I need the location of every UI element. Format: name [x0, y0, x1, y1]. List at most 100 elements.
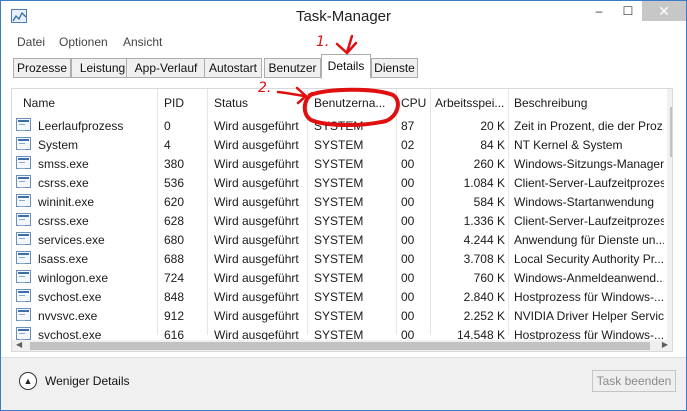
cell-pid: 680	[164, 233, 185, 247]
task-manager-window: Task-Manager – ☐ ✕ Datei Optionen Ansich…	[0, 0, 687, 411]
cell-pid: 848	[164, 290, 185, 304]
scroll-left-arrow-icon[interactable]: ◀	[16, 340, 22, 349]
tab-leistung[interactable]: Leistung	[71, 58, 134, 78]
horizontal-scrollbar[interactable]: ◀ ▶	[12, 340, 672, 351]
cell-description: Windows-Anmeldeanwend...	[514, 271, 664, 285]
column-header-name[interactable]: Name	[23, 96, 153, 110]
cell-cpu: 00	[401, 309, 415, 323]
process-window-icon	[16, 289, 31, 302]
menu-datei[interactable]: Datei	[17, 35, 45, 49]
cell-name: nvvsvc.exe	[38, 309, 98, 323]
table-row[interactable]: nvvsvc.exe 912 Wird ausgeführt SYSTEM 00 2.25…	[12, 306, 672, 325]
column-header-description[interactable]: Beschreibung	[514, 96, 664, 110]
table-row[interactable]: lsass.exe 688 Wird ausgeführt SYSTEM 00 3.708…	[12, 249, 672, 268]
cell-username: SYSTEM	[314, 309, 364, 323]
table-row[interactable]: services.exe 680 Wird ausgeführt SYSTEM 00 4.…	[12, 230, 672, 249]
cell-name: wininit.exe	[38, 195, 95, 209]
cell-cpu: 00	[401, 157, 415, 171]
cell-username: SYSTEM	[314, 195, 364, 209]
cell-working-set: 20 K	[480, 119, 505, 133]
close-button[interactable]: ✕	[642, 1, 686, 21]
column-header-pid[interactable]: PID	[164, 96, 202, 110]
scroll-right-arrow-icon[interactable]: ▶	[662, 340, 668, 349]
tab-details[interactable]: Details	[321, 54, 371, 79]
table-row[interactable]: System 4 Wird ausgeführt SYSTEM 02 84 K NT Ker…	[12, 135, 672, 154]
cell-pid: 536	[164, 176, 185, 190]
cell-pid: 688	[164, 252, 185, 266]
tab-autostart[interactable]: Autostart	[204, 58, 262, 78]
cell-working-set: 260 K	[473, 157, 505, 171]
cell-pid: 0	[164, 119, 171, 133]
vertical-scroll-thumb[interactable]	[670, 107, 672, 157]
cell-status: Wird ausgeführt	[214, 157, 299, 171]
annotation-step-1: 1.	[316, 34, 330, 50]
menu-ansicht[interactable]: Ansicht	[123, 35, 162, 49]
cell-working-set: 4.244 K	[463, 233, 505, 247]
cell-cpu: 00	[401, 233, 415, 247]
chevron-up-icon: ▲	[19, 372, 37, 390]
process-window-icon	[16, 308, 31, 321]
fewer-details-button[interactable]: ▲ Weniger Details	[19, 371, 129, 391]
cell-status: Wird ausgeführt	[214, 252, 299, 266]
cell-working-set: 1.084 K	[463, 176, 505, 190]
column-header-status[interactable]: Status	[214, 96, 304, 110]
end-task-button[interactable]: Task beenden	[592, 370, 676, 392]
cell-cpu: 00	[401, 271, 415, 285]
cell-status: Wird ausgeführt	[214, 233, 299, 247]
cell-status: Wird ausgeführt	[214, 176, 299, 190]
cell-pid: 4	[164, 138, 171, 152]
menu-optionen[interactable]: Optionen	[59, 35, 108, 49]
tab-prozesse[interactable]: Prozesse	[13, 58, 71, 78]
cell-description: NVIDIA Driver Helper Servic...	[514, 309, 664, 323]
cell-cpu: 00	[401, 290, 415, 304]
cell-name: services.exe	[38, 233, 105, 247]
column-header-username[interactable]: Benutzerna...	[314, 96, 394, 110]
table-row[interactable]: wininit.exe 620 Wird ausgeführt SYSTEM 00 584…	[12, 192, 672, 211]
cell-description: Hostprozess für Windows-...	[514, 290, 664, 304]
process-window-icon	[16, 194, 31, 207]
cell-working-set: 2.252 K	[463, 309, 505, 323]
minimize-button[interactable]: –	[584, 1, 614, 21]
tab-strip: Prozesse Leistung App-Verlauf Autostart …	[11, 54, 681, 79]
cell-cpu: 02	[401, 138, 415, 152]
process-window-icon	[16, 251, 31, 264]
cell-cpu: 00	[401, 252, 415, 266]
cell-description: Windows-Startanwendung	[514, 195, 655, 209]
cell-pid: 912	[164, 309, 185, 323]
horizontal-scroll-thumb[interactable]	[30, 342, 650, 350]
cell-username: SYSTEM	[314, 119, 364, 133]
cell-status: Wird ausgeführt	[214, 138, 299, 152]
column-header-cpu[interactable]: CPU	[401, 96, 429, 110]
vertical-scrollbar[interactable]: ▲ ▼	[667, 89, 673, 341]
cell-username: SYSTEM	[314, 214, 364, 228]
tab-app-verlauf[interactable]: App-Verlauf	[126, 58, 206, 78]
cell-working-set: 584 K	[473, 195, 505, 209]
tab-dienste[interactable]: Dienste	[371, 58, 418, 78]
cell-username: SYSTEM	[314, 157, 364, 171]
tab-benutzer[interactable]: Benutzer	[264, 58, 321, 78]
scroll-down-arrow-icon[interactable]: ▼	[667, 330, 673, 339]
table-row[interactable]: smss.exe 380 Wird ausgeführt SYSTEM 00 260 K W…	[12, 154, 672, 173]
cell-pid: 628	[164, 214, 185, 228]
process-window-icon	[16, 137, 31, 150]
cell-username: SYSTEM	[314, 176, 364, 190]
annotation-step-2: 2.	[258, 80, 272, 96]
table-row[interactable]: Leerlaufprozess 0 Wird ausgeführt SYSTEM 87 2…	[12, 116, 672, 135]
cell-name: csrss.exe	[38, 176, 89, 190]
cell-username: SYSTEM	[314, 138, 364, 152]
cell-username: SYSTEM	[314, 271, 364, 285]
scroll-up-arrow-icon[interactable]: ▲	[667, 91, 673, 100]
table-row[interactable]: csrss.exe 536 Wird ausgeführt SYSTEM 00 1.084…	[12, 173, 672, 192]
table-row[interactable]: winlogon.exe 724 Wird ausgeführt SYSTEM 00 76…	[12, 268, 672, 287]
cell-status: Wird ausgeführt	[214, 271, 299, 285]
cell-username: SYSTEM	[314, 290, 364, 304]
cell-name: lsass.exe	[38, 252, 89, 266]
maximize-button[interactable]: ☐	[613, 1, 643, 21]
footer-bar: ▲ Weniger Details Task beenden	[1, 357, 686, 410]
cell-description: Client-Server-Laufzeitprozess	[514, 176, 664, 190]
column-header-working-set[interactable]: Arbeitsspei...	[435, 96, 507, 110]
cell-status: Wird ausgeführt	[214, 119, 299, 133]
table-row[interactable]: csrss.exe 628 Wird ausgeführt SYSTEM 00 1.336…	[12, 211, 672, 230]
title-bar: Task-Manager – ☐ ✕	[1, 1, 686, 32]
table-row[interactable]: svchost.exe 848 Wird ausgeführt SYSTEM 00 2.8…	[12, 287, 672, 306]
